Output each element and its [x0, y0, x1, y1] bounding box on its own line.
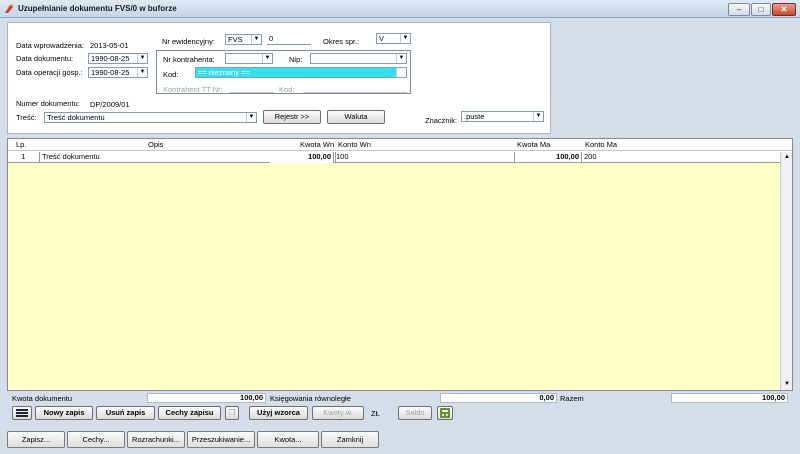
- kod-value: == nieznany ==: [198, 68, 250, 77]
- nr-ewidencyjny-label: Nr ewidencyjny:: [162, 37, 215, 46]
- okres-label: Okres spr.:: [323, 37, 360, 46]
- uzyj-wzorca-button[interactable]: Użyj wzorca: [249, 406, 308, 420]
- nowy-zapis-button[interactable]: Nowy zapis: [35, 406, 93, 420]
- nr-ewidencyjny-combo[interactable]: FVS ▼: [225, 34, 262, 45]
- chevron-down-icon: ▼: [137, 54, 147, 63]
- przeszukiwanie-button[interactable]: Przeszukiwanie...: [187, 431, 255, 448]
- znacznik-value: .puste: [464, 112, 485, 121]
- app-icon: [5, 4, 14, 13]
- data-operacji-combo[interactable]: 1990-08-25 ▼: [88, 67, 148, 78]
- usun-zapis-button[interactable]: Usuń zapis: [96, 406, 155, 420]
- copy-icon: ❐: [228, 408, 236, 417]
- nr-ewidencyjny-input[interactable]: 0: [267, 34, 311, 45]
- razem-value: 100,00: [671, 393, 788, 403]
- chevron-down-icon: ▼: [400, 34, 410, 43]
- minimize-button[interactable]: –: [728, 3, 750, 16]
- numer-dokumentu-value: DP/2009/01: [90, 100, 130, 109]
- znacznik-label: Znacznik:: [425, 116, 458, 125]
- kontrahent-tt-label: Kontrahent TT Nr:: [163, 85, 223, 94]
- tresc-value: Treść dokumentu: [47, 113, 105, 122]
- chevron-down-icon: ▼: [396, 68, 406, 77]
- nip-label: Nip:: [289, 55, 303, 64]
- grid-menu-button[interactable]: [12, 406, 32, 420]
- nr-kontrahenta-combo[interactable]: ▼: [225, 53, 273, 64]
- zapisz-button[interactable]: Zapisz...: [7, 431, 65, 448]
- list-icon: [16, 409, 28, 417]
- column-header[interactable]: Konto Ma: [585, 140, 617, 149]
- column-header[interactable]: Opis: [148, 140, 163, 149]
- nr-kontrahenta-label: Nr kontrahenta:: [163, 55, 215, 64]
- calculator-icon: [440, 408, 450, 418]
- data-dokumentu-label: Data dokumentu:: [16, 54, 74, 63]
- waluta-button[interactable]: Waluta: [327, 110, 385, 124]
- saldo-button[interactable]: Saldo: [398, 406, 432, 420]
- okres-value: V: [379, 34, 385, 43]
- razem-label: Razem: [560, 394, 584, 403]
- entries-grid: Lp. Opis Kwota Wn Konto Wn Kwota Ma Kont…: [7, 138, 793, 391]
- data-operacji-label: Data operacji gosp.:: [16, 68, 83, 77]
- tresc-combo[interactable]: Treść dokumentu ▼: [44, 112, 257, 123]
- grid-body[interactable]: 1 Treść dokumentu 100,00 100 100,00 200: [8, 152, 780, 390]
- copy-button[interactable]: ❐: [225, 406, 239, 420]
- okres-combo[interactable]: V ▼: [376, 33, 411, 44]
- window-title: Uzupełnianie dokumentu FVS/0 w buforze: [18, 4, 177, 13]
- column-header[interactable]: Lp.: [16, 140, 26, 149]
- znacznik-combo[interactable]: .puste ▼: [461, 111, 544, 122]
- tresc-label: Treść:: [16, 113, 37, 122]
- chevron-down-icon: ▼: [533, 112, 543, 121]
- kwota-wn-cell[interactable]: 100,00: [270, 152, 334, 163]
- konto-wn-cell[interactable]: 100: [334, 152, 515, 163]
- maximize-button[interactable]: □: [751, 3, 771, 16]
- vertical-scrollbar[interactable]: ▲ ▼: [780, 152, 792, 390]
- rozrachunki-button[interactable]: Rozrachunki...: [127, 431, 185, 448]
- kwoty-w-button[interactable]: Kwoty w.: [312, 406, 364, 420]
- data-dokumentu-value: 1990-08-25: [91, 54, 130, 63]
- kod-label: Kod:: [163, 70, 179, 79]
- data-dokumentu-combo[interactable]: 1990-08-25 ▼: [88, 53, 148, 64]
- nr-ewidencyjny-series: FVS: [228, 35, 243, 44]
- kod2-input[interactable]: [303, 82, 407, 93]
- zamknij-button[interactable]: Zamknij: [321, 431, 379, 448]
- numer-dokumentu-label: Numer dokumentu:: [16, 99, 80, 108]
- kwota-dokumentu-value: 100,00: [147, 393, 266, 403]
- kwota-button[interactable]: Kwota...: [257, 431, 319, 448]
- cechy-button[interactable]: Cechy...: [67, 431, 125, 448]
- chevron-down-icon: ▼: [246, 113, 256, 122]
- data-operacji-value: 1990-08-25: [91, 68, 130, 77]
- konto-ma-cell[interactable]: 200: [582, 152, 780, 163]
- scroll-up-icon[interactable]: ▲: [782, 152, 792, 162]
- document-header-panel: Data wprowadzenia: 2013-05-01 Data dokum…: [7, 22, 551, 134]
- ksiegowania-label: Księgowania równoległe: [270, 394, 351, 403]
- scroll-down-icon[interactable]: ▼: [782, 379, 792, 389]
- chevron-down-icon: ▼: [251, 35, 261, 44]
- data-wprowadzenia-value: 2013-05-01: [90, 41, 129, 50]
- chevron-down-icon: ▼: [396, 54, 406, 63]
- currency-label: ZŁ: [371, 409, 380, 418]
- title-bar: Uzupełnianie dokumentu FVS/0 w buforze –…: [0, 0, 800, 18]
- chevron-down-icon: ▼: [137, 68, 147, 77]
- table-row[interactable]: 1 Treść dokumentu 100,00 100 100,00 200: [8, 152, 780, 163]
- calculator-button[interactable]: [437, 406, 453, 420]
- ksiegowania-value: 0,00: [440, 393, 557, 403]
- kod-combo[interactable]: == nieznany == ▼: [195, 67, 407, 78]
- kod2-label: Kod:: [279, 85, 295, 94]
- grid-header: Lp. Opis Kwota Wn Konto Wn Kwota Ma Kont…: [8, 139, 792, 151]
- close-button[interactable]: ✕: [772, 3, 796, 16]
- kontrahent-tt-input[interactable]: [230, 82, 274, 93]
- chevron-down-icon: ▼: [262, 54, 272, 63]
- nip-combo[interactable]: ▼: [310, 53, 407, 64]
- kwota-ma-cell[interactable]: 100,00: [515, 152, 582, 163]
- column-header[interactable]: Konto Wn: [338, 140, 371, 149]
- cechy-zapisu-button[interactable]: Cechy zapisu: [158, 406, 221, 420]
- data-wprowadzenia-label: Data wprowadzenia:: [16, 41, 84, 50]
- lp-cell[interactable]: 1: [8, 152, 40, 163]
- kwota-dokumentu-label: Kwota dokumentu: [12, 394, 73, 403]
- column-header[interactable]: Kwota Wn: [300, 140, 334, 149]
- column-header[interactable]: Kwota Ma: [517, 140, 550, 149]
- rejestr-button[interactable]: Rejestr >>: [263, 110, 321, 124]
